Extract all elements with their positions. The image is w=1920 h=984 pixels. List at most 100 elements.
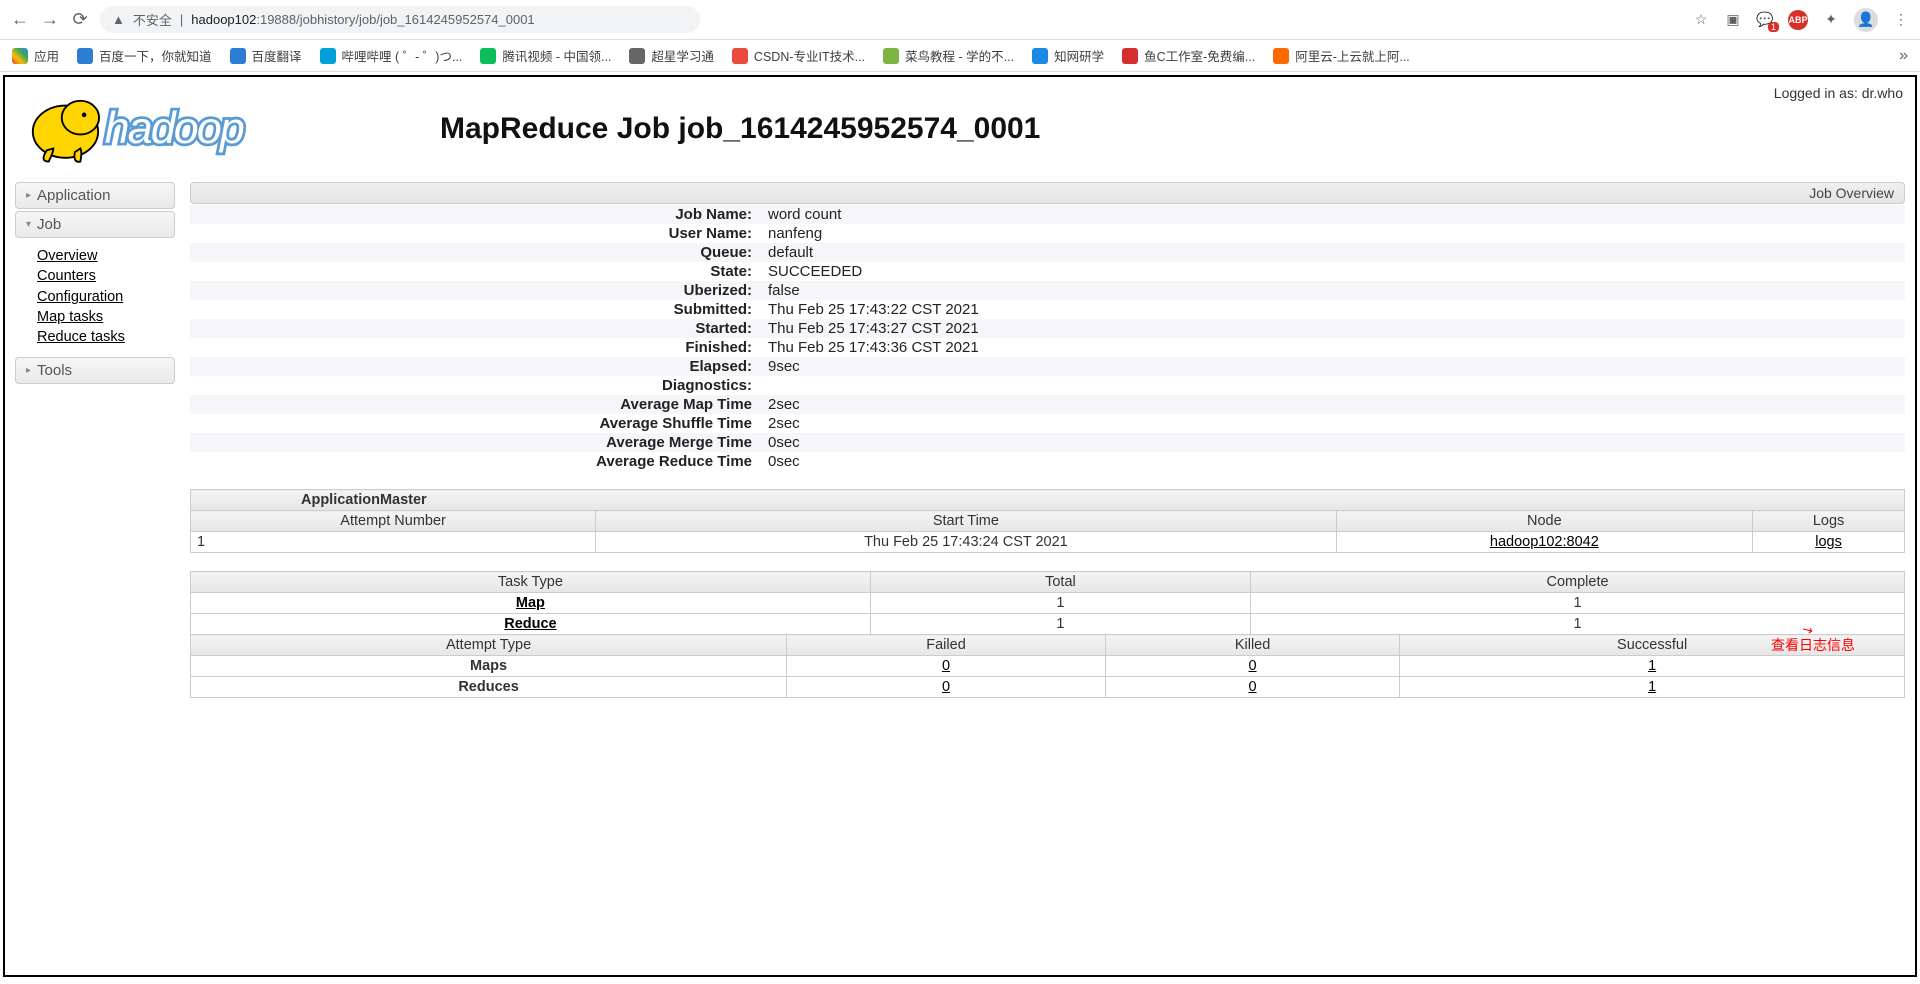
forward-button[interactable]: → bbox=[40, 10, 60, 30]
tasktype-link[interactable]: Reduce bbox=[504, 616, 556, 632]
column-header: Task Type bbox=[191, 572, 871, 593]
info-label: Queue: bbox=[190, 243, 760, 262]
bookmark-item[interactable]: 哔哩哔哩 ( ゜- ゜)つ... bbox=[320, 46, 463, 65]
info-value: 0sec bbox=[760, 433, 1905, 452]
page-header: hadoop MapReduce Job job_1614245952574_0… bbox=[5, 77, 1915, 182]
table-row: Maps001 bbox=[191, 656, 1905, 677]
bookmark-item[interactable]: 菜鸟教程 - 学的不... bbox=[883, 46, 1014, 65]
star-icon[interactable]: ☆ bbox=[1692, 11, 1710, 29]
appmaster-title: ApplicationMaster bbox=[191, 490, 1905, 511]
sidebar-link[interactable]: Map tasks bbox=[37, 307, 175, 327]
info-value: default bbox=[760, 243, 1905, 262]
info-label: User Name: bbox=[190, 224, 760, 243]
bookmark-apps[interactable]: 应用 bbox=[12, 46, 59, 65]
info-value: SUCCEEDED bbox=[760, 262, 1905, 281]
info-label: Uberized: bbox=[190, 281, 760, 300]
info-value bbox=[760, 376, 1905, 395]
insecure-icon: ▲ bbox=[112, 12, 125, 27]
sidebar-link[interactable]: Counters bbox=[37, 266, 175, 286]
sidebar-link[interactable]: Configuration bbox=[37, 287, 175, 307]
hadoop-logo[interactable]: hadoop bbox=[20, 85, 320, 172]
bookmark-item[interactable]: 百度一下，你就知道 bbox=[77, 46, 212, 65]
page-title: MapReduce Job job_1614245952574_0001 bbox=[440, 112, 1040, 146]
sidebar-job-header[interactable]: ▾ Job bbox=[15, 211, 175, 238]
bookmark-icon bbox=[732, 48, 748, 64]
page-wrapper: Logged in as: dr.who hadoop MapReduce Jo… bbox=[3, 75, 1917, 977]
bookmark-icon bbox=[1122, 48, 1138, 64]
insecure-label: 不安全 bbox=[133, 10, 172, 29]
info-label: State: bbox=[190, 262, 760, 281]
attempttype-table: Attempt TypeFailedKilledSuccessful Maps0… bbox=[190, 634, 1905, 698]
info-value: 2sec bbox=[760, 395, 1905, 414]
column-header: Attempt Type bbox=[191, 635, 787, 656]
bookmark-item[interactable]: 知网研学 bbox=[1032, 46, 1104, 65]
info-value: word count bbox=[760, 205, 1905, 224]
column-header: Node bbox=[1336, 511, 1752, 532]
bookmark-item[interactable]: 腾讯视频 - 中国领... bbox=[480, 46, 611, 65]
count-link[interactable]: 0 bbox=[942, 679, 950, 695]
chevron-right-icon: ▸ bbox=[26, 365, 31, 376]
info-value: Thu Feb 25 17:43:27 CST 2021 bbox=[760, 319, 1905, 338]
info-label: Started: bbox=[190, 319, 760, 338]
menu-icon[interactable]: ⋮ bbox=[1892, 11, 1910, 29]
bookmark-icon bbox=[629, 48, 645, 64]
url-bar[interactable]: ▲ 不安全 | hadoop102:19888/jobhistory/job/j… bbox=[100, 6, 700, 33]
profile-avatar[interactable]: 👤 bbox=[1854, 8, 1878, 32]
info-label: Average Shuffle Time bbox=[190, 414, 760, 433]
apps-icon bbox=[12, 48, 28, 64]
extension-translate-icon[interactable]: ▣ bbox=[1724, 11, 1742, 29]
info-label: Average Reduce Time bbox=[190, 452, 760, 471]
info-label: Diagnostics: bbox=[190, 376, 760, 395]
login-status: Logged in as: dr.who bbox=[1774, 85, 1903, 101]
sidebar-link[interactable]: Overview bbox=[37, 246, 175, 266]
appmaster-table: ApplicationMaster Attempt NumberStart Ti… bbox=[190, 489, 1905, 553]
logs-link[interactable]: logs bbox=[1815, 534, 1842, 550]
bookmark-item[interactable]: 百度翻译 bbox=[230, 46, 302, 65]
extension-notification-icon[interactable]: 💬 bbox=[1756, 11, 1774, 29]
sidebar: ▸ Application ▾ Job OverviewCountersConf… bbox=[15, 182, 175, 698]
info-label: Average Map Time bbox=[190, 395, 760, 414]
chevron-right-icon: ▸ bbox=[26, 190, 31, 201]
info-value: false bbox=[760, 281, 1905, 300]
tasktype-link[interactable]: Map bbox=[516, 595, 545, 611]
sidebar-tools-header[interactable]: ▸ Tools bbox=[15, 357, 175, 384]
table-row: 1Thu Feb 25 17:43:24 CST 2021hadoop102:8… bbox=[191, 532, 1905, 553]
bookmark-item[interactable]: CSDN-专业IT技术... bbox=[732, 46, 865, 65]
info-value: nanfeng bbox=[760, 224, 1905, 243]
bookmark-item[interactable]: 鱼C工作室-免费编... bbox=[1122, 46, 1255, 65]
table-row: Reduces001 bbox=[191, 677, 1905, 698]
info-value: 9sec bbox=[760, 357, 1905, 376]
info-label: Job Name: bbox=[190, 205, 760, 224]
node-link[interactable]: hadoop102:8042 bbox=[1490, 534, 1599, 550]
main-content: Job Overview Job Name:word countUser Nam… bbox=[190, 182, 1905, 698]
job-info-table: Job Name:word countUser Name:nanfengQueu… bbox=[190, 205, 1905, 471]
sidebar-link[interactable]: Reduce tasks bbox=[37, 327, 175, 347]
count-link[interactable]: 0 bbox=[942, 658, 950, 674]
url-host: hadoop102 bbox=[191, 12, 256, 27]
annotation-text: 查看日志信息 bbox=[1771, 635, 1855, 655]
info-value: 2sec bbox=[760, 414, 1905, 433]
count-link[interactable]: 1 bbox=[1648, 679, 1656, 695]
count-link[interactable]: 0 bbox=[1249, 658, 1257, 674]
column-header: Failed bbox=[787, 635, 1106, 656]
bookmark-item[interactable]: 超星学习通 bbox=[629, 46, 714, 65]
column-header: Attempt Number bbox=[191, 511, 596, 532]
sidebar-job-items: OverviewCountersConfigurationMap tasksRe… bbox=[15, 240, 175, 357]
back-button[interactable]: ← bbox=[10, 10, 30, 30]
overview-bar: Job Overview bbox=[190, 182, 1905, 204]
bookmarks-bar: 应用 百度一下，你就知道百度翻译哔哩哔哩 ( ゜- ゜)つ... 腾讯视频 - 中… bbox=[0, 40, 1920, 72]
bookmark-item[interactable]: 阿里云-上云就上阿... bbox=[1273, 46, 1410, 65]
bookmark-icon bbox=[480, 48, 496, 64]
abp-icon[interactable]: ABP bbox=[1788, 10, 1808, 30]
bookmark-icon bbox=[1273, 48, 1289, 64]
count-link[interactable]: 1 bbox=[1648, 658, 1656, 674]
count-link[interactable]: 0 bbox=[1249, 679, 1257, 695]
sidebar-application-header[interactable]: ▸ Application bbox=[15, 182, 175, 209]
table-row: Map11 bbox=[191, 593, 1905, 614]
extensions-icon[interactable]: ✦ bbox=[1822, 11, 1840, 29]
bookmark-icon bbox=[77, 48, 93, 64]
bookmarks-overflow[interactable]: » bbox=[1899, 47, 1908, 65]
bookmark-icon bbox=[1032, 48, 1048, 64]
reload-button[interactable]: ⟳ bbox=[70, 10, 90, 30]
info-label: Elapsed: bbox=[190, 357, 760, 376]
